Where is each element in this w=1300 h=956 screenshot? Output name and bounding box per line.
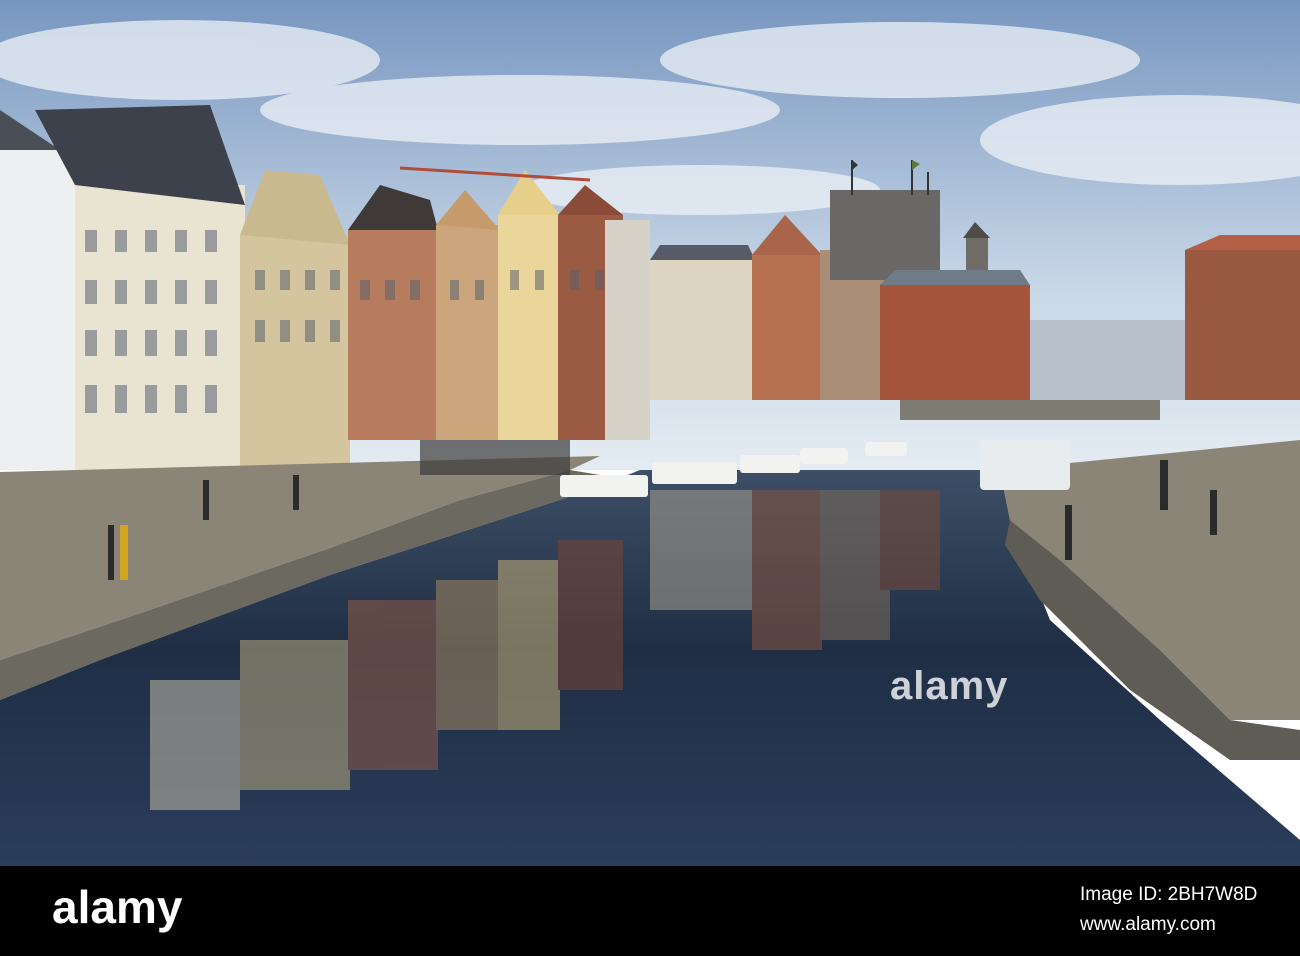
bridge bbox=[900, 400, 1160, 420]
photo-frame: alamy alamy Image ID: 2BH7W8D www.alamy.… bbox=[0, 0, 1300, 956]
castle-gravensteen bbox=[830, 190, 940, 280]
footer-bar bbox=[0, 866, 1300, 956]
ghent-canal-photo bbox=[0, 0, 1300, 866]
footer-logo: alamy bbox=[52, 881, 183, 933]
footer-url: www.alamy.com bbox=[1080, 914, 1216, 935]
image-id: Image ID: 2BH7W8D bbox=[1080, 884, 1258, 905]
